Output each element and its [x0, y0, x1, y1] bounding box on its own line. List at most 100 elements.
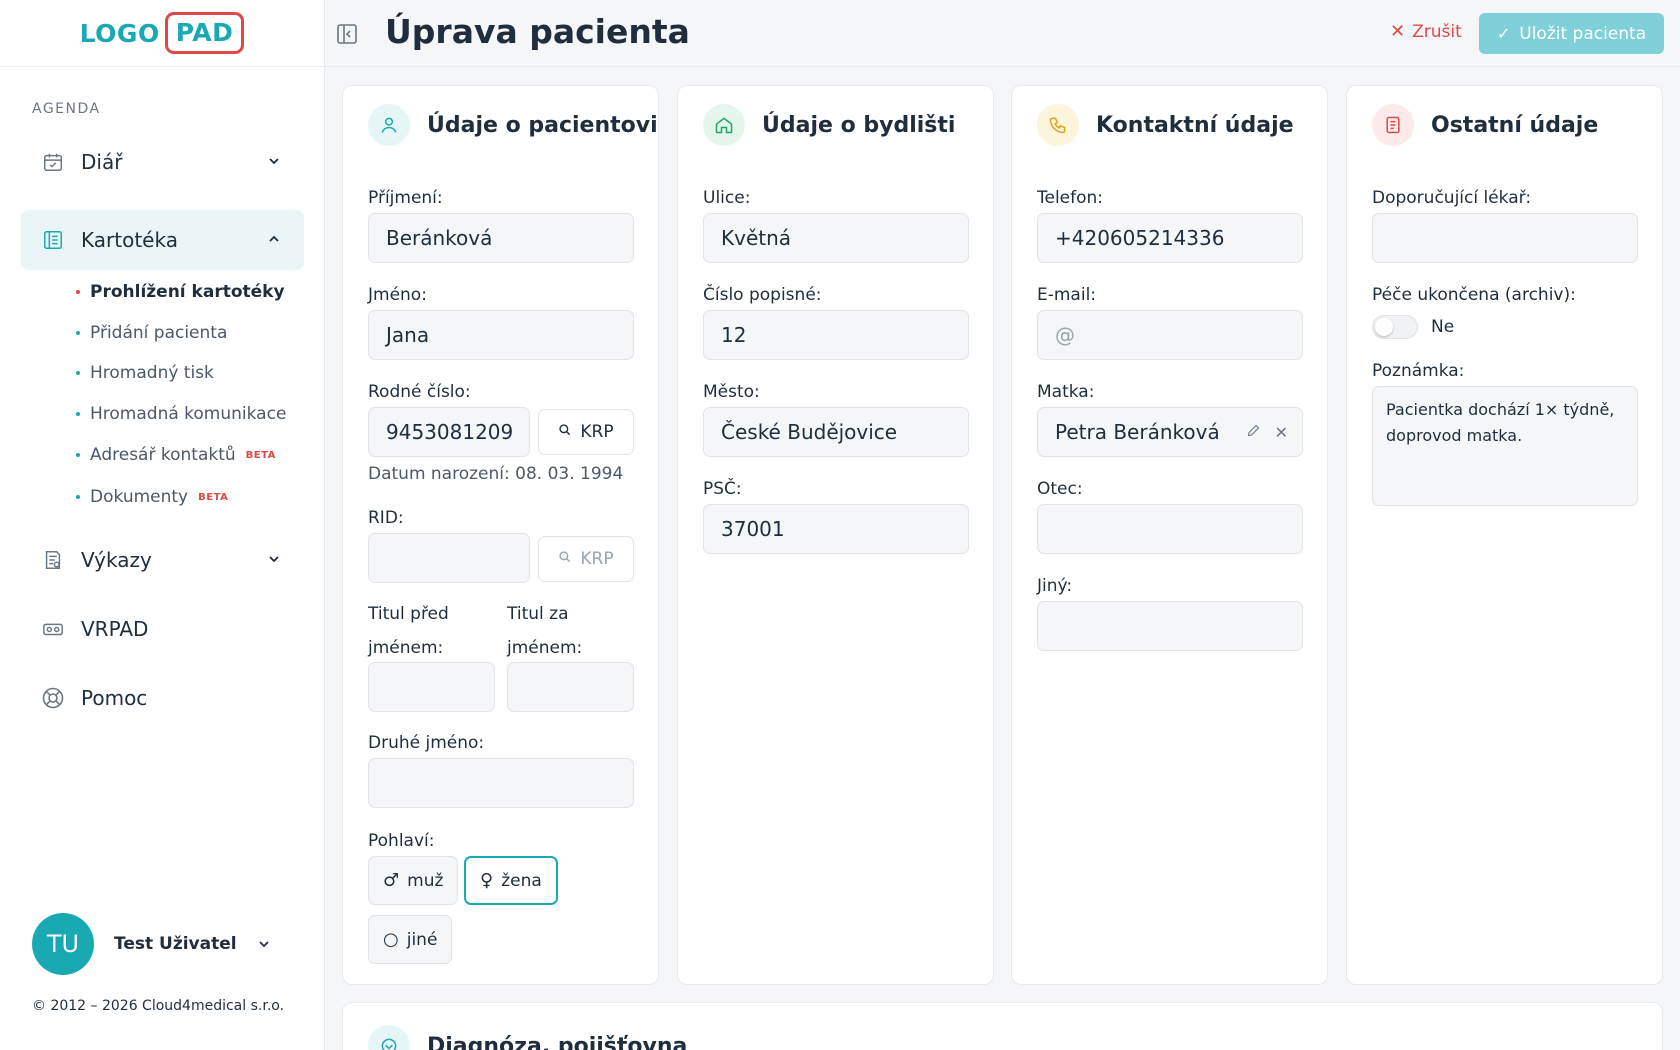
- title-after-label-2: jménem:: [507, 638, 583, 658]
- subitem-adresar-kontaktu[interactable]: Adresář kontaktů BETA: [76, 445, 276, 465]
- sidebar-item-vykazy[interactable]: Výkazy: [21, 530, 304, 590]
- gender-female-label: žena: [501, 870, 542, 891]
- referring-doctor-input[interactable]: [1372, 213, 1638, 263]
- other-contact-label: Jiný:: [1037, 576, 1073, 596]
- surname-input[interactable]: Beránková: [368, 213, 634, 263]
- birth-number-label: Rodné číslo:: [368, 382, 471, 402]
- sidebar-item-diar[interactable]: Diář: [21, 132, 304, 192]
- edit-icon[interactable]: [1246, 423, 1261, 442]
- beta-badge: BETA: [245, 449, 276, 461]
- logo[interactable]: LOGO PAD: [80, 12, 245, 54]
- check-icon: ✓: [1496, 24, 1511, 43]
- save-label: Uložit pacienta: [1519, 23, 1647, 44]
- note-label: Poznámka:: [1372, 361, 1465, 381]
- title-after-input[interactable]: [507, 662, 634, 712]
- male-icon: ♂: [383, 870, 400, 891]
- gender-male-button[interactable]: ♂ muž: [368, 856, 459, 905]
- gender-female-button[interactable]: ♀ žena: [464, 856, 558, 905]
- gender-male-label: muž: [407, 870, 444, 891]
- logo-text-2: PAD: [164, 12, 245, 54]
- lifebuoy-icon: [41, 686, 65, 710]
- archive-toggle[interactable]: [1372, 315, 1418, 339]
- city-input[interactable]: České Budějovice: [703, 407, 969, 457]
- circle-icon: ○: [383, 929, 399, 950]
- gender-label: Pohlaví:: [368, 831, 435, 851]
- card-title: Údaje o pacientovi: [427, 112, 658, 138]
- avatar: TU: [32, 913, 94, 975]
- name-label: Jméno:: [368, 285, 427, 305]
- user-name: Test Uživatel: [114, 934, 237, 954]
- mother-value: Petra Beránková: [1055, 420, 1220, 444]
- subitem-label: Dokumenty: [90, 487, 189, 507]
- sidebar-item-vrpad[interactable]: VRPAD: [21, 599, 304, 659]
- krp-label: KRP: [580, 422, 614, 442]
- zip-input[interactable]: 37001: [703, 504, 969, 554]
- other-card: Ostatní údaje Doporučující lékař: Péče u…: [1346, 85, 1663, 985]
- copyright: © 2012 – 2026 Cloud4medical s.r.o.: [32, 998, 285, 1014]
- chevron-down-icon: [259, 941, 269, 948]
- street-input[interactable]: Květná: [703, 213, 969, 263]
- notebook-icon: [41, 228, 65, 252]
- title-before-input[interactable]: [368, 662, 495, 712]
- house-number-label: Číslo popisné:: [703, 285, 822, 305]
- other-contact-input[interactable]: [1037, 601, 1303, 651]
- phone-label: Telefon:: [1037, 188, 1104, 208]
- middle-name-input[interactable]: [368, 758, 634, 808]
- section-label: AGENDA: [32, 101, 101, 117]
- female-icon: ♀: [480, 870, 494, 891]
- krp-label: KRP: [580, 549, 614, 569]
- card-title: Diagnóza, pojišťovna: [427, 1033, 688, 1050]
- page-header: Úprava pacienta ✕ Zrušit ✓ Uložit pacien…: [325, 0, 1680, 67]
- page-title: Úprava pacienta: [385, 12, 690, 51]
- clear-icon[interactable]: ✕: [1275, 423, 1288, 442]
- subitem-label: Adresář kontaktů: [90, 445, 236, 465]
- house-number-input[interactable]: 12: [703, 310, 969, 360]
- name-input[interactable]: Jana: [368, 310, 634, 360]
- cancel-button[interactable]: ✕ Zrušit: [1390, 21, 1462, 42]
- birth-number-input[interactable]: 9453081209: [368, 407, 530, 457]
- sidebar-item-label: Kartotéka: [81, 228, 178, 252]
- save-patient-button[interactable]: ✓ Uložit pacienta: [1479, 13, 1664, 54]
- phone-input[interactable]: +420605214336: [1037, 213, 1303, 263]
- gender-other-button[interactable]: ○ jiné: [368, 915, 453, 964]
- mother-label: Matka:: [1037, 382, 1095, 402]
- title-before-label-2: jménem:: [368, 638, 444, 658]
- sidebar-item-pomoc[interactable]: Pomoc: [21, 668, 304, 728]
- street-label: Ulice:: [703, 188, 751, 208]
- user-menu[interactable]: TU Test Uživatel: [32, 913, 292, 975]
- sidebar-item-kartoteka[interactable]: Kartotéka: [21, 210, 304, 270]
- patient-card: Údaje o pacientovi Příjmení: Beránková J…: [342, 85, 659, 985]
- note-textarea[interactable]: Pacientka dochází 1× týdně, doprovod mat…: [1372, 386, 1638, 506]
- calendar-icon: [41, 150, 65, 174]
- sidebar-item-label: Výkazy: [81, 548, 152, 572]
- mother-input[interactable]: Petra Beránková ✕: [1037, 407, 1303, 457]
- sidebar-item-label: VRPAD: [81, 617, 149, 641]
- sidebar-item-label: Diář: [81, 150, 123, 174]
- gender-other-label: jiné: [406, 929, 438, 950]
- sidebar-item-label: Pomoc: [81, 686, 148, 710]
- logo-area: LOGO PAD: [0, 0, 324, 67]
- subitem-pridani-pacienta[interactable]: Přidání pacienta: [76, 323, 227, 343]
- email-input[interactable]: @: [1037, 310, 1303, 360]
- archive-value: Ne: [1431, 317, 1455, 337]
- subitem-prohlizeni-kartoteky[interactable]: Prohlížení kartotéky: [76, 282, 285, 302]
- subitem-dokumenty[interactable]: Dokumenty BETA: [76, 487, 228, 507]
- cancel-label: Zrušit: [1412, 21, 1462, 42]
- rid-input[interactable]: [368, 533, 530, 583]
- krp-rid-button[interactable]: KRP: [538, 536, 634, 582]
- vr-headset-icon: [41, 617, 65, 641]
- father-input[interactable]: [1037, 504, 1303, 554]
- sidebar-collapse-icon[interactable]: [335, 22, 359, 46]
- referring-doctor-label: Doporučující lékař:: [1372, 188, 1532, 208]
- logo-text-1: LOGO: [79, 18, 160, 48]
- surname-label: Příjmení:: [368, 188, 443, 208]
- subitem-label: Přidání pacienta: [90, 323, 228, 343]
- birth-date-hint: Datum narození: 08. 03. 1994: [368, 464, 624, 484]
- search-icon: [558, 549, 572, 569]
- subitem-hromadny-tisk[interactable]: Hromadný tisk: [76, 363, 214, 383]
- contact-card: Kontaktní údaje Telefon: +420605214336 E…: [1011, 85, 1328, 985]
- rid-label: RID:: [368, 508, 404, 528]
- subitem-hromadna-komunikace[interactable]: Hromadná komunikace: [76, 404, 286, 424]
- zip-label: PSČ:: [703, 479, 742, 499]
- krp-button[interactable]: KRP: [538, 409, 634, 455]
